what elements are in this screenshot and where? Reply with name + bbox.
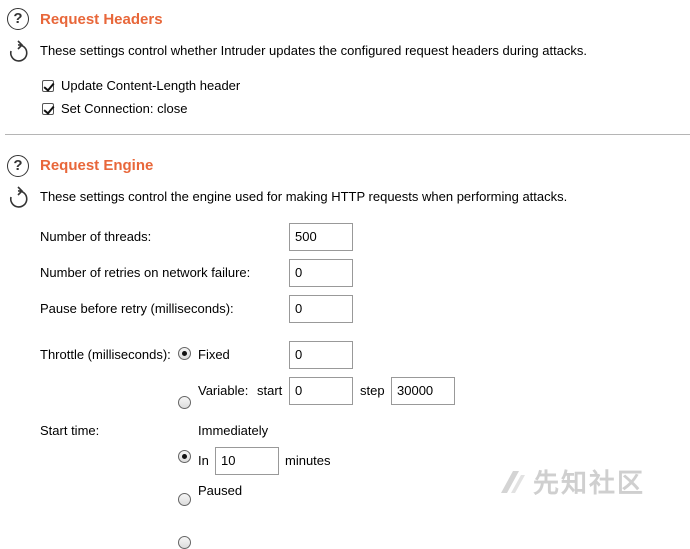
start-immediately-radio[interactable] — [178, 450, 191, 463]
watermark-logo-icon — [501, 470, 525, 493]
update-content-length-label: Update Content-Length header — [61, 78, 241, 93]
update-content-length-checkbox[interactable]: Update Content-Length header — [42, 78, 240, 93]
request-engine-description: These settings control the engine used f… — [40, 189, 568, 204]
pause-retry-label: Pause before retry (milliseconds): — [40, 301, 234, 316]
restore-defaults-icon[interactable] — [8, 40, 28, 64]
start-paused-radio[interactable] — [178, 536, 191, 549]
minutes-label: minutes — [285, 453, 331, 468]
throttle-step-input[interactable]: 30000 — [391, 377, 455, 405]
section-title-request-engine: Request Engine — [40, 157, 154, 174]
checkbox-checked-icon[interactable] — [42, 79, 54, 92]
set-connection-close-label: Set Connection: close — [61, 101, 188, 116]
threads-label: Number of threads: — [40, 229, 152, 244]
throttle-fixed-label: Fixed — [198, 347, 230, 362]
watermark-text: 先知社区 — [533, 468, 646, 498]
section-divider — [5, 134, 690, 135]
section-title-request-headers: Request Headers — [40, 11, 163, 28]
throttle-start-input[interactable]: 0 — [289, 377, 353, 405]
set-connection-close-checkbox[interactable]: Set Connection: close — [42, 101, 187, 116]
start-in-label: In — [198, 453, 209, 468]
throttle-label: Throttle (milliseconds): — [40, 347, 171, 362]
help-icon[interactable]: ? — [7, 155, 29, 177]
start-paused-label: Paused — [198, 483, 243, 498]
checkbox-checked-icon[interactable] — [42, 102, 54, 115]
retries-label: Number of retries on network failure: — [40, 265, 251, 280]
pause-retry-input[interactable]: 0 — [289, 295, 353, 323]
start-in-minutes-input[interactable]: 10 — [215, 447, 279, 475]
throttle-step-label: step — [360, 383, 385, 398]
help-icon[interactable]: ? — [7, 8, 29, 30]
throttle-fixed-input[interactable]: 0 — [289, 341, 353, 369]
throttle-start-label: start — [257, 383, 283, 398]
threads-input[interactable]: 500 — [289, 223, 353, 251]
watermark: 先知社区 — [497, 463, 645, 500]
throttle-fixed-radio[interactable] — [178, 347, 191, 360]
restore-defaults-icon[interactable] — [8, 186, 28, 210]
start-time-label: Start time: — [40, 423, 100, 438]
throttle-variable-radio[interactable] — [178, 396, 191, 409]
request-headers-description: These settings control whether Intruder … — [40, 43, 588, 58]
start-in-radio[interactable] — [178, 493, 191, 506]
throttle-variable-label: Variable: — [198, 383, 249, 398]
retries-input[interactable]: 0 — [289, 259, 353, 287]
start-immediately-label: Immediately — [198, 423, 269, 438]
